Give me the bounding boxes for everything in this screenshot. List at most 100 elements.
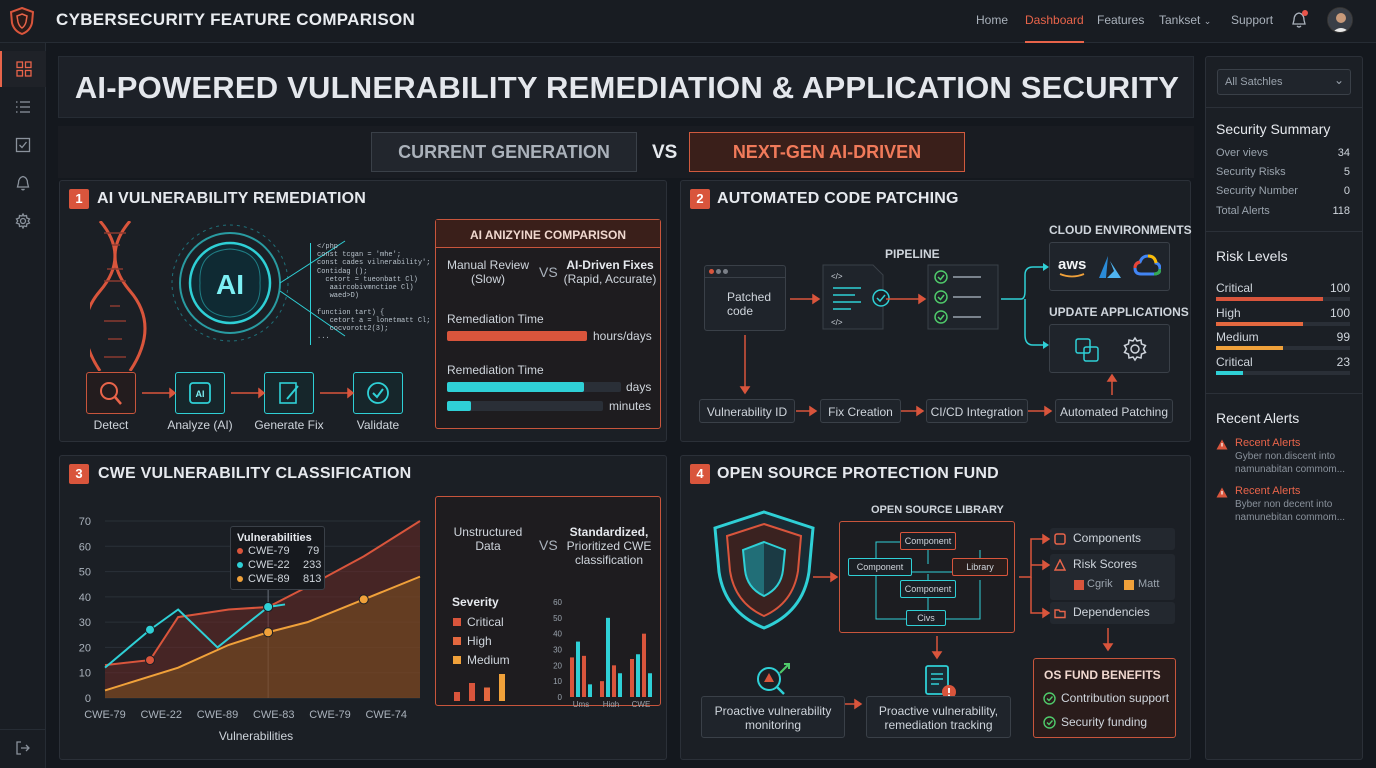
alert-item[interactable]: Recent Alerts Gyber non.discent into nam… bbox=[1216, 437, 1356, 481]
alert-line: namunebitan commom... bbox=[1235, 512, 1346, 523]
card-number: 3 bbox=[69, 464, 89, 484]
divider bbox=[1206, 393, 1362, 394]
card-title: AI VULNERABILITY REMEDIATION bbox=[97, 190, 367, 207]
summary-value: 5 bbox=[1343, 166, 1350, 178]
risk-row: Critical 100 bbox=[1216, 281, 1350, 303]
right-sidebar: All Satchles ⌄ Security Summary Over vie… bbox=[1205, 56, 1363, 760]
x-tick-label: CWE-89 bbox=[197, 709, 239, 721]
nav-home[interactable]: Home bbox=[976, 0, 1008, 43]
risk-row: High 100 bbox=[1216, 306, 1350, 328]
summary-label: Security Risks bbox=[1216, 166, 1286, 178]
bar bbox=[642, 633, 646, 697]
summary-value: 34 bbox=[1337, 147, 1350, 159]
legend-swatch bbox=[453, 618, 461, 626]
tooltip-row-value: 79 bbox=[307, 545, 320, 557]
update-applications-title: UPDATE APPLICATIONS bbox=[1049, 305, 1189, 319]
gear-icon bbox=[1123, 336, 1147, 362]
nav-features[interactable]: Features bbox=[1097, 0, 1144, 43]
summary-row: Over vievs 34 bbox=[1216, 147, 1350, 159]
alert-item[interactable]: Recent Alerts Byber non decent into namu… bbox=[1216, 485, 1356, 529]
y-tick-label: 10 bbox=[79, 668, 91, 680]
risk-label: Critical bbox=[1216, 281, 1253, 295]
vs-small: VS bbox=[539, 537, 558, 553]
y-tick-label: 40 bbox=[79, 592, 91, 604]
risk-label: Critical bbox=[1216, 354, 1253, 369]
alert-line: Gyber non.discent into bbox=[1235, 451, 1336, 462]
summary-row: Security Risks 5 bbox=[1216, 166, 1350, 178]
nav-tankset-label: Tankset bbox=[1159, 13, 1201, 27]
unstructured-line2: Data bbox=[475, 539, 501, 553]
bar bbox=[576, 641, 580, 697]
y-tick-label: 70 bbox=[79, 516, 91, 528]
aws-icon: aws bbox=[1058, 256, 1087, 273]
manual-time-unit: hours/days bbox=[593, 329, 652, 343]
bar bbox=[570, 657, 574, 697]
x-axis-label: Vulnerabilities bbox=[219, 729, 293, 743]
tooltip-dot-icon bbox=[237, 548, 243, 554]
tracking-box: Proactive vulnerability, remediation tra… bbox=[866, 696, 1011, 738]
warning-icon bbox=[1216, 439, 1228, 450]
summary-value: 0 bbox=[1343, 185, 1350, 197]
cloud-providers-box: aws bbox=[1049, 242, 1170, 291]
legend-swatch bbox=[453, 656, 461, 664]
bar bbox=[648, 673, 652, 697]
validate-step bbox=[353, 372, 403, 414]
rail-logout[interactable] bbox=[0, 729, 46, 765]
bar bbox=[606, 617, 610, 697]
components-item: Components bbox=[1050, 528, 1175, 550]
aws-smile-icon bbox=[1059, 273, 1085, 278]
nav-support[interactable]: Support bbox=[1231, 0, 1273, 43]
folder-icon bbox=[1054, 609, 1066, 619]
rail-list[interactable] bbox=[0, 89, 46, 125]
risk-fill bbox=[1216, 297, 1324, 301]
tracking-line1: Proactive vulnerability, bbox=[878, 704, 999, 718]
filter-dropdown-value: All Satchles bbox=[1225, 76, 1283, 88]
rail-settings[interactable] bbox=[0, 203, 46, 239]
y-tick-label: 30 bbox=[553, 646, 562, 655]
library-title: OPEN SOURCE LIBRARY bbox=[871, 504, 1004, 516]
risk-levels-title: Risk Levels bbox=[1216, 248, 1288, 264]
code-lines: </php const tcgan = 'mhe'; const cades v… bbox=[317, 243, 430, 342]
dependencies-item: Dependencies bbox=[1050, 602, 1175, 624]
ai-time-unit-minutes: minutes bbox=[609, 399, 652, 413]
rail-dashboard[interactable] bbox=[0, 51, 46, 87]
avatar[interactable] bbox=[1327, 7, 1353, 33]
legend-swatch bbox=[453, 637, 461, 645]
x-tick-label: Ums bbox=[573, 700, 589, 707]
top-bar: CYBERSECURITY FEATURE COMPARISON Home Da… bbox=[0, 0, 1376, 43]
summary-label: Security Number bbox=[1216, 185, 1298, 197]
step-automated-patching: Automated Patching bbox=[1055, 399, 1173, 423]
risk-label: Medium bbox=[1216, 330, 1259, 344]
step-vulnerability-id: Vulnerability ID bbox=[699, 399, 795, 423]
card-title: OPEN SOURCE PROTECTION FUND bbox=[717, 465, 999, 482]
unstructured-line1: Unstructured bbox=[453, 525, 523, 539]
google-cloud-icon bbox=[1133, 254, 1161, 276]
vs-label: VS bbox=[652, 142, 678, 163]
cwe-bar-chart: 0 10 20 30 40 50 60 Ums High CWE bbox=[553, 598, 652, 707]
x-tick-label: CWE bbox=[632, 700, 651, 707]
risk-row: Medium 99 bbox=[1216, 330, 1350, 352]
tooltip-dot-icon bbox=[237, 576, 243, 582]
y-tick-label: 20 bbox=[553, 661, 562, 670]
azure-icon bbox=[1099, 256, 1121, 278]
gear-icon bbox=[15, 213, 31, 229]
nav-tankset[interactable]: Tankset ⌄ bbox=[1159, 0, 1211, 43]
data-point bbox=[145, 624, 155, 635]
rail-tasks[interactable] bbox=[0, 127, 46, 163]
ai-time-bar-days bbox=[447, 382, 584, 392]
recent-alerts-title: Recent Alerts bbox=[1216, 410, 1300, 426]
card-cwe-classification: 3 CWE VULNERABILITY CLASSIFICATION 0 10 20… bbox=[59, 455, 667, 760]
benefits-title: OS FUND BENEFITS bbox=[1044, 668, 1161, 682]
risk-legend-2: Matt bbox=[1138, 578, 1160, 590]
card-ai-remediation: 1 AI VULNERABILITY REMEDIATION AI </php … bbox=[59, 180, 667, 442]
monitoring-line2: monitoring bbox=[744, 718, 802, 732]
rail-alerts[interactable] bbox=[0, 165, 46, 201]
nav-dashboard[interactable]: Dashboard bbox=[1025, 0, 1084, 43]
bell-icon bbox=[16, 175, 30, 191]
bar bbox=[636, 654, 640, 697]
severity-medium: Medium bbox=[467, 653, 510, 667]
legend-swatch bbox=[1124, 580, 1134, 590]
security-summary-title: Security Summary bbox=[1216, 121, 1331, 137]
filter-dropdown[interactable]: All Satchles ⌄ bbox=[1217, 69, 1351, 95]
risk-label: High bbox=[1216, 305, 1241, 320]
